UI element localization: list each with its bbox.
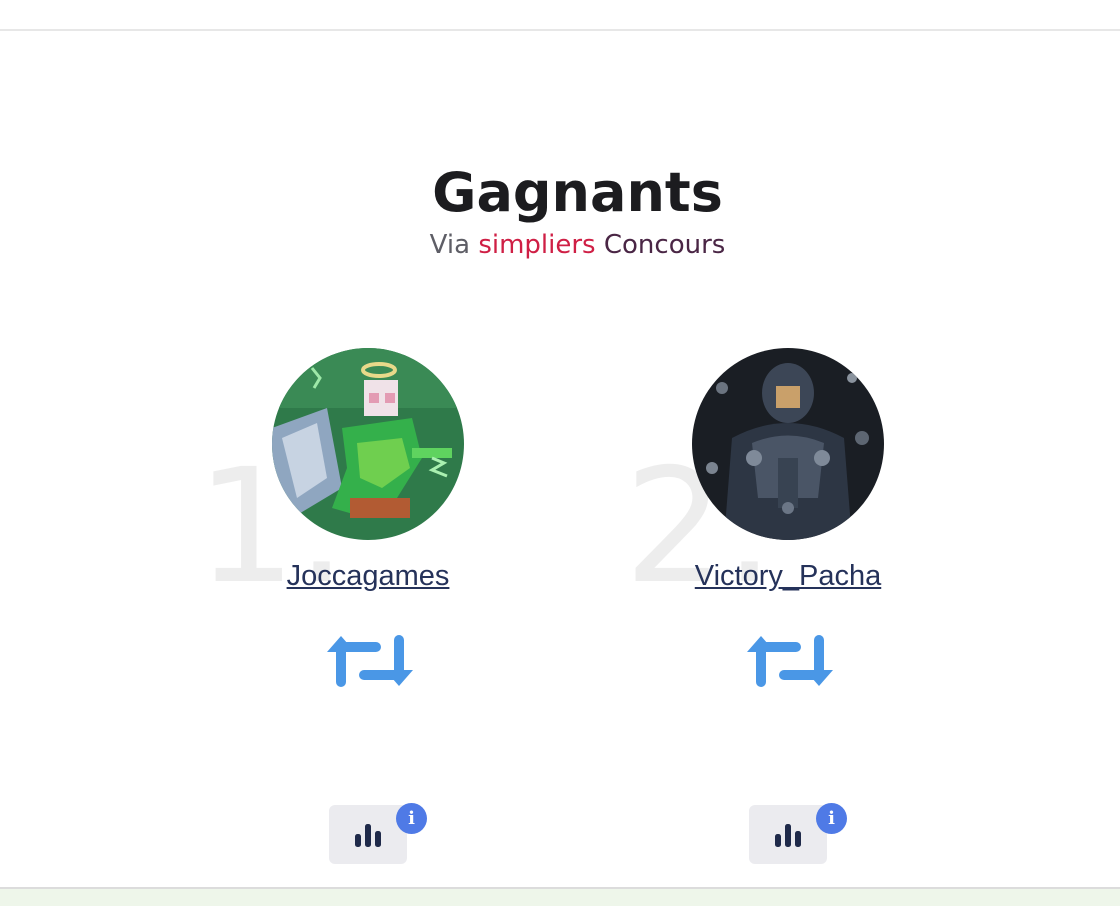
bar-chart-icon: [775, 824, 801, 847]
winners-header: Gagnants Via simpliers Concours: [0, 160, 1120, 260]
page-title: Gagnants: [432, 161, 723, 224]
top-bar: [0, 0, 1120, 31]
retweet-icon: [324, 630, 416, 692]
info-icon[interactable]: i: [396, 803, 427, 834]
stats-button[interactable]: [749, 805, 827, 864]
brand-name-concours: Concours: [603, 230, 726, 260]
page-subtitle: Via simpliers Concours: [0, 230, 1120, 260]
brand-name-simpliers: simpliers: [478, 230, 596, 260]
avatar[interactable]: [272, 348, 464, 540]
bar-chart-icon: [355, 824, 381, 847]
winner-username-link[interactable]: Victory_Pacha: [594, 560, 982, 593]
footer-strip: [0, 887, 1120, 906]
winner-username-link[interactable]: Joccagames: [174, 560, 562, 593]
subtitle-via: Via: [429, 230, 471, 260]
info-icon[interactable]: i: [816, 803, 847, 834]
avatar[interactable]: [692, 348, 884, 540]
retweet-icon: [744, 630, 836, 692]
winner-card-1: 1. Joccagames i: [174, 348, 514, 868]
stats-button[interactable]: [329, 805, 407, 864]
winner-card-2: 2. Victory_Pacha i: [594, 348, 934, 868]
